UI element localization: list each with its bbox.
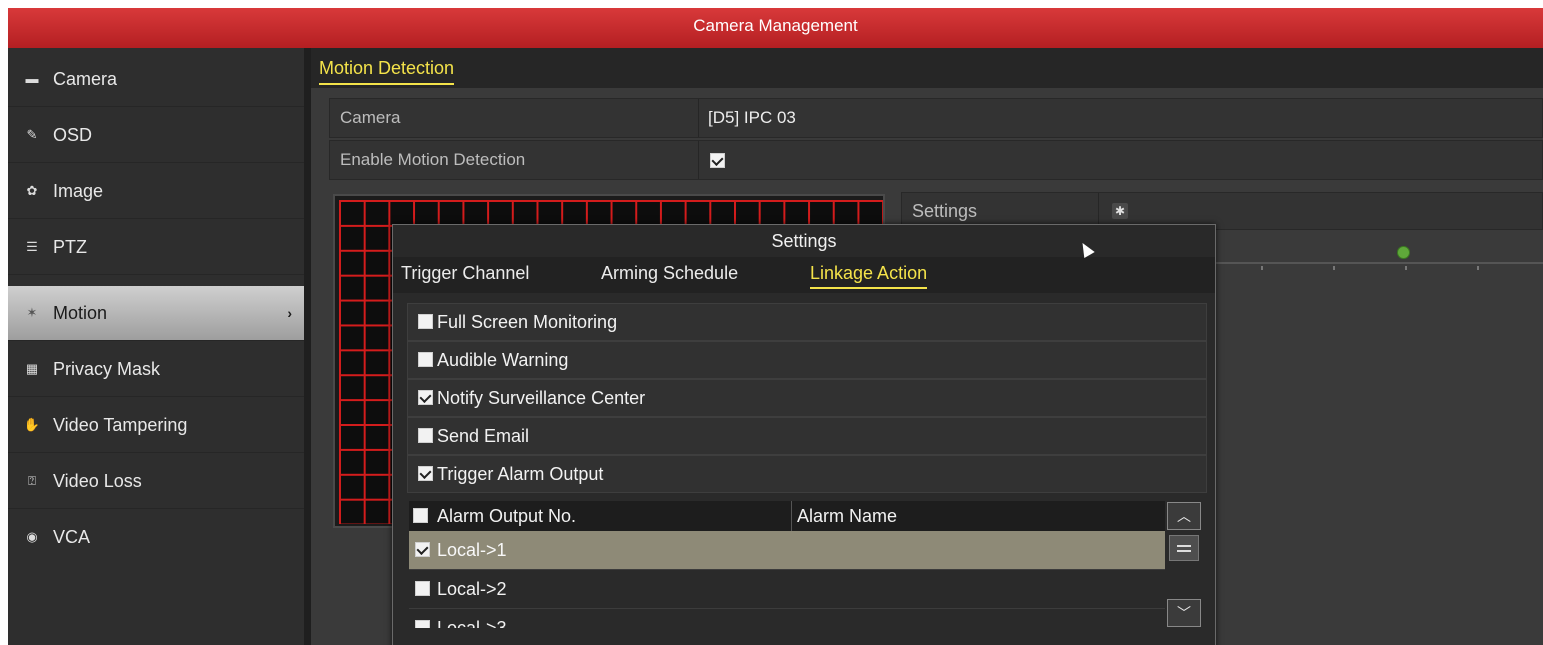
column-header-alarm-name: Alarm Name bbox=[797, 506, 898, 526]
camera-select[interactable]: [D5] IPC 03 bbox=[708, 99, 796, 137]
video-tampering-icon: ✋ bbox=[23, 417, 41, 432]
row-separator bbox=[698, 99, 699, 137]
action-label: Send Email bbox=[437, 426, 530, 446]
slider-tick bbox=[1405, 266, 1407, 270]
sidebar-item-label: Privacy Mask bbox=[53, 359, 161, 379]
tab-motion-detection[interactable]: Motion Detection bbox=[319, 58, 455, 85]
sidebar-item-label: Image bbox=[53, 181, 104, 201]
image-icon: ✿ bbox=[26, 183, 38, 198]
sidebar-item-label: Video Tampering bbox=[53, 415, 188, 435]
main-tab-bar: Motion Detection bbox=[311, 48, 1543, 88]
column-separator bbox=[791, 501, 792, 531]
action-label: Audible Warning bbox=[437, 350, 569, 370]
table-row[interactable]: Local->1 bbox=[409, 531, 1165, 570]
camera-management-window: Camera Management ▬ Camera ✎ OSD ✿ Image… bbox=[8, 8, 1543, 645]
table-row[interactable]: Local->3 bbox=[409, 609, 1165, 628]
sidebar-item-label: VCA bbox=[53, 527, 91, 547]
trigger-alarm-output-checkbox[interactable] bbox=[418, 466, 433, 482]
sidebar-item-vca[interactable]: ◉ VCA bbox=[8, 510, 304, 564]
sidebar-item-label: Motion bbox=[53, 303, 108, 323]
sidebar-item-ptz[interactable]: ☰ PTZ bbox=[8, 220, 304, 275]
action-label: Full Screen Monitoring bbox=[437, 312, 618, 332]
sensitivity-slider-handle[interactable] bbox=[1397, 246, 1410, 259]
scrollbar-thumb[interactable] bbox=[1169, 535, 1199, 561]
dialog-tab-bar: Trigger Channel Arming Schedule Linkage … bbox=[393, 257, 1215, 293]
motion-icon: ✶ bbox=[26, 305, 38, 320]
action-label: Notify Surveillance Center bbox=[437, 388, 646, 408]
alarm-output-no: Local->1 bbox=[437, 540, 507, 560]
camera-label: Camera bbox=[340, 108, 401, 127]
window-title: Camera Management bbox=[8, 8, 1543, 48]
action-trigger-alarm-output[interactable]: Trigger Alarm Output bbox=[407, 455, 1207, 493]
select-all-checkbox[interactable] bbox=[413, 508, 428, 523]
sensitivity-slider-track[interactable] bbox=[1215, 262, 1543, 264]
enable-motion-label: Enable Motion Detection bbox=[340, 150, 526, 169]
slider-tick bbox=[1477, 266, 1479, 270]
column-header-alarm-output-no: Alarm Output No. bbox=[437, 506, 577, 526]
tab-linkage-action[interactable]: Linkage Action bbox=[810, 263, 928, 289]
table-row[interactable]: Local->2 bbox=[409, 570, 1165, 609]
action-notify-surveillance-center[interactable]: Notify Surveillance Center bbox=[407, 379, 1207, 417]
action-full-screen-monitoring[interactable]: Full Screen Monitoring bbox=[407, 303, 1207, 341]
slider-tick bbox=[1261, 266, 1263, 270]
row-separator bbox=[698, 141, 699, 179]
notify-surveillance-center-checkbox[interactable] bbox=[418, 390, 433, 406]
audible-warning-checkbox[interactable] bbox=[418, 352, 433, 368]
sidebar-item-osd[interactable]: ✎ OSD bbox=[8, 108, 304, 163]
row-checkbox[interactable] bbox=[415, 542, 430, 557]
camera-icon: ▬ bbox=[25, 71, 39, 86]
sidebar-item-camera[interactable]: ▬ Camera bbox=[8, 52, 304, 107]
gear-icon[interactable]: ✱ bbox=[1112, 203, 1128, 219]
tab-trigger-channel[interactable]: Trigger Channel bbox=[401, 263, 529, 287]
sidebar-divider bbox=[304, 48, 311, 645]
alarm-output-no: Local->2 bbox=[437, 579, 507, 599]
sidebar-item-motion[interactable]: ✶ Motion › bbox=[8, 286, 304, 341]
ptz-icon: ☰ bbox=[26, 239, 38, 254]
sidebar-item-label: Video Loss bbox=[53, 471, 142, 491]
chevron-right-icon: › bbox=[287, 305, 292, 321]
enable-motion-checkbox[interactable] bbox=[710, 153, 725, 169]
sidebar-item-label: Camera bbox=[53, 69, 118, 89]
camera-row: Camera [D5] IPC 03 bbox=[329, 98, 1543, 138]
sidebar-item-image[interactable]: ✿ Image bbox=[8, 164, 304, 219]
sidebar-item-privacy-mask[interactable]: ▦ Privacy Mask bbox=[8, 342, 304, 397]
sidebar-item-label: PTZ bbox=[53, 237, 87, 257]
alarm-output-table-body: Local->1 Local->2 Local->3 bbox=[409, 531, 1165, 628]
sidebar: ▬ Camera ✎ OSD ✿ Image ☰ PTZ ✶ Motion › … bbox=[8, 48, 304, 645]
action-send-email[interactable]: Send Email bbox=[407, 417, 1207, 455]
alarm-output-table-header: Alarm Output No. Alarm Name bbox=[409, 501, 1165, 531]
tab-arming-schedule[interactable]: Arming Schedule bbox=[601, 263, 738, 287]
settings-dialog: Settings Trigger Channel Arming Schedule… bbox=[392, 224, 1216, 645]
sidebar-item-video-tampering[interactable]: ✋ Video Tampering bbox=[8, 398, 304, 453]
sidebar-item-label: OSD bbox=[53, 125, 93, 145]
privacy-mask-icon: ▦ bbox=[25, 361, 39, 376]
row-checkbox[interactable] bbox=[415, 581, 430, 596]
vca-icon: ◉ bbox=[26, 529, 38, 544]
alarm-output-no: Local->3 bbox=[437, 618, 507, 628]
action-label: Trigger Alarm Output bbox=[437, 464, 604, 484]
row-checkbox[interactable] bbox=[415, 620, 430, 628]
sidebar-item-video-loss[interactable]: ⍰ Video Loss bbox=[8, 454, 304, 509]
scroll-down-button[interactable]: ﹀ bbox=[1167, 599, 1201, 627]
osd-icon: ✎ bbox=[26, 127, 38, 142]
send-email-checkbox[interactable] bbox=[418, 428, 433, 444]
full-screen-monitoring-checkbox[interactable] bbox=[418, 314, 433, 330]
scroll-up-button[interactable]: ︿ bbox=[1167, 502, 1201, 530]
video-loss-icon: ⍰ bbox=[28, 473, 36, 488]
slider-tick bbox=[1333, 266, 1335, 270]
action-audible-warning[interactable]: Audible Warning bbox=[407, 341, 1207, 379]
enable-motion-row: Enable Motion Detection bbox=[329, 140, 1543, 180]
